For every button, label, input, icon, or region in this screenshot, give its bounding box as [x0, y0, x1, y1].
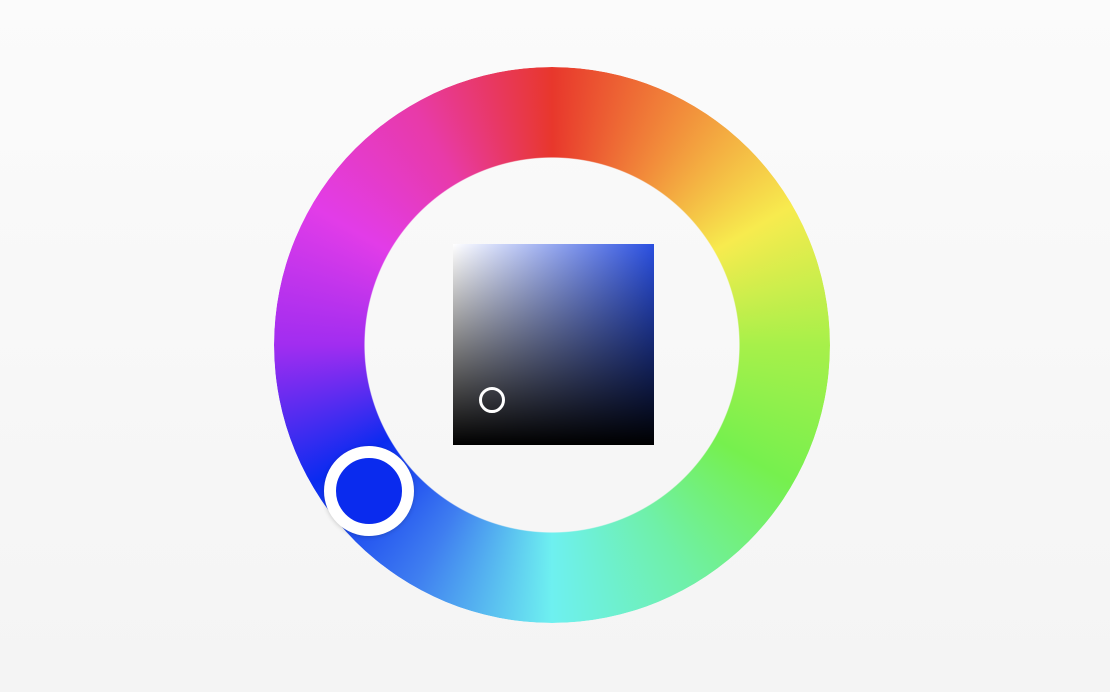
color-picker — [0, 0, 1110, 692]
saturation-value-handle[interactable] — [479, 387, 505, 413]
saturation-value-square[interactable] — [453, 244, 654, 445]
hue-handle[interactable] — [324, 446, 414, 536]
